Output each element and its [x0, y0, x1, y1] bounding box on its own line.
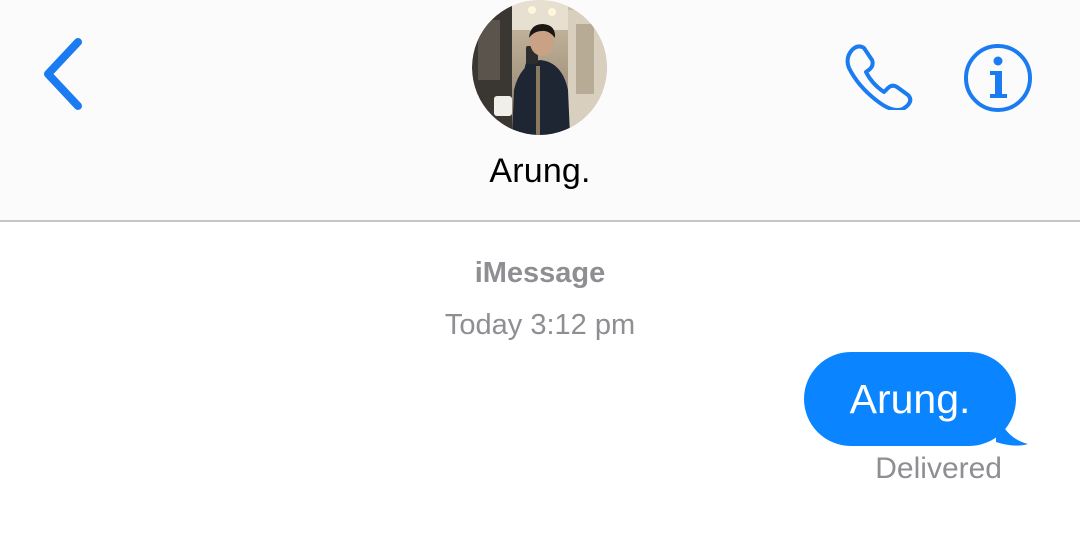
- service-label: iMessage: [474, 257, 606, 289]
- message-bubble[interactable]: Arung.: [804, 352, 1016, 446]
- chevron-left-icon: [44, 38, 82, 110]
- phone-icon: [845, 44, 913, 112]
- contact-avatar[interactable]: [472, 0, 607, 135]
- conversation-header: Arung.: [0, 0, 1080, 221]
- outgoing-message: Arung.: [800, 350, 1032, 450]
- back-button[interactable]: [36, 34, 92, 114]
- delivery-status: Delivered: [875, 452, 1002, 485]
- header-divider: [0, 220, 1080, 222]
- info-button[interactable]: [962, 42, 1034, 114]
- contact-name[interactable]: Arung.: [0, 152, 1080, 191]
- conversation-screen: Arung. iMessage Today 3:12 pm Arung. Del…: [0, 0, 1080, 536]
- info-icon: [964, 44, 1032, 112]
- message-timestamp: Today 3:12 pm: [444, 309, 636, 341]
- call-button[interactable]: [842, 40, 918, 112]
- avatar-photo: [472, 0, 607, 135]
